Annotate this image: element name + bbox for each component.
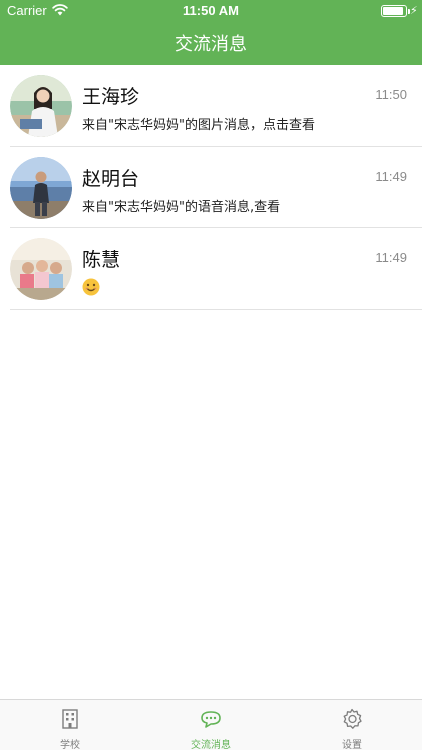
header: Carrier 11:50 AM ⚡ 交流消息 bbox=[0, 0, 422, 65]
contact-name: 赵明台 bbox=[82, 167, 140, 190]
tab-label: 设置 bbox=[342, 740, 362, 750]
avatar bbox=[10, 156, 72, 219]
message-time: 11:49 bbox=[375, 168, 407, 184]
message-time: 11:49 bbox=[375, 250, 407, 265]
chat-bubbles-icon bbox=[201, 711, 221, 728]
building-icon bbox=[62, 709, 78, 729]
status-bar: Carrier 11:50 AM ⚡ bbox=[0, 0, 422, 22]
battery-icon bbox=[381, 5, 410, 17]
gear-icon bbox=[343, 708, 362, 729]
tab-messages[interactable]: 交流消息 bbox=[141, 700, 281, 750]
tab-label: 交流消息 bbox=[191, 740, 231, 750]
tab-school[interactable]: 学校 bbox=[0, 700, 140, 750]
message-list: 王海珍 11:50 来自"宋志华妈妈"的图片消息，点击查看 赵明台 11:49 … bbox=[0, 65, 422, 310]
message-preview: 来自"宋志华妈妈"的语音消息,查看 bbox=[82, 199, 281, 215]
contact-name: 陈慧 bbox=[82, 249, 121, 271]
message-preview: 来自"宋志华妈妈"的图片消息，点击查看 bbox=[82, 118, 315, 133]
message-time: 11:50 bbox=[375, 87, 407, 102]
tab-label: 学校 bbox=[60, 740, 80, 750]
charging-bolt-icon: ⚡ bbox=[410, 4, 418, 17]
status-time: 11:50 AM bbox=[183, 3, 239, 18]
page-title: 交流消息 bbox=[175, 34, 247, 55]
avatar bbox=[10, 238, 72, 300]
contact-name: 王海珍 bbox=[82, 86, 140, 108]
avatar bbox=[10, 75, 72, 137]
smiley-emoji-icon bbox=[82, 278, 100, 296]
app-screen: Carrier 11:50 AM ⚡ 交流消息 王海珍 11:50 来自"宋志华… bbox=[0, 0, 422, 750]
message-item[interactable]: 王海珍 11:50 来自"宋志华妈妈"的图片消息，点击查看 bbox=[10, 65, 422, 147]
message-item[interactable]: 赵明台 11:49 来自"宋志华妈妈"的语音消息,查看 bbox=[10, 147, 422, 228]
tab-settings[interactable]: 设置 bbox=[282, 700, 422, 750]
tab-bar: 学校 交流消息 设置 bbox=[0, 699, 422, 750]
message-item[interactable]: 陈慧 11:49 bbox=[10, 228, 422, 310]
